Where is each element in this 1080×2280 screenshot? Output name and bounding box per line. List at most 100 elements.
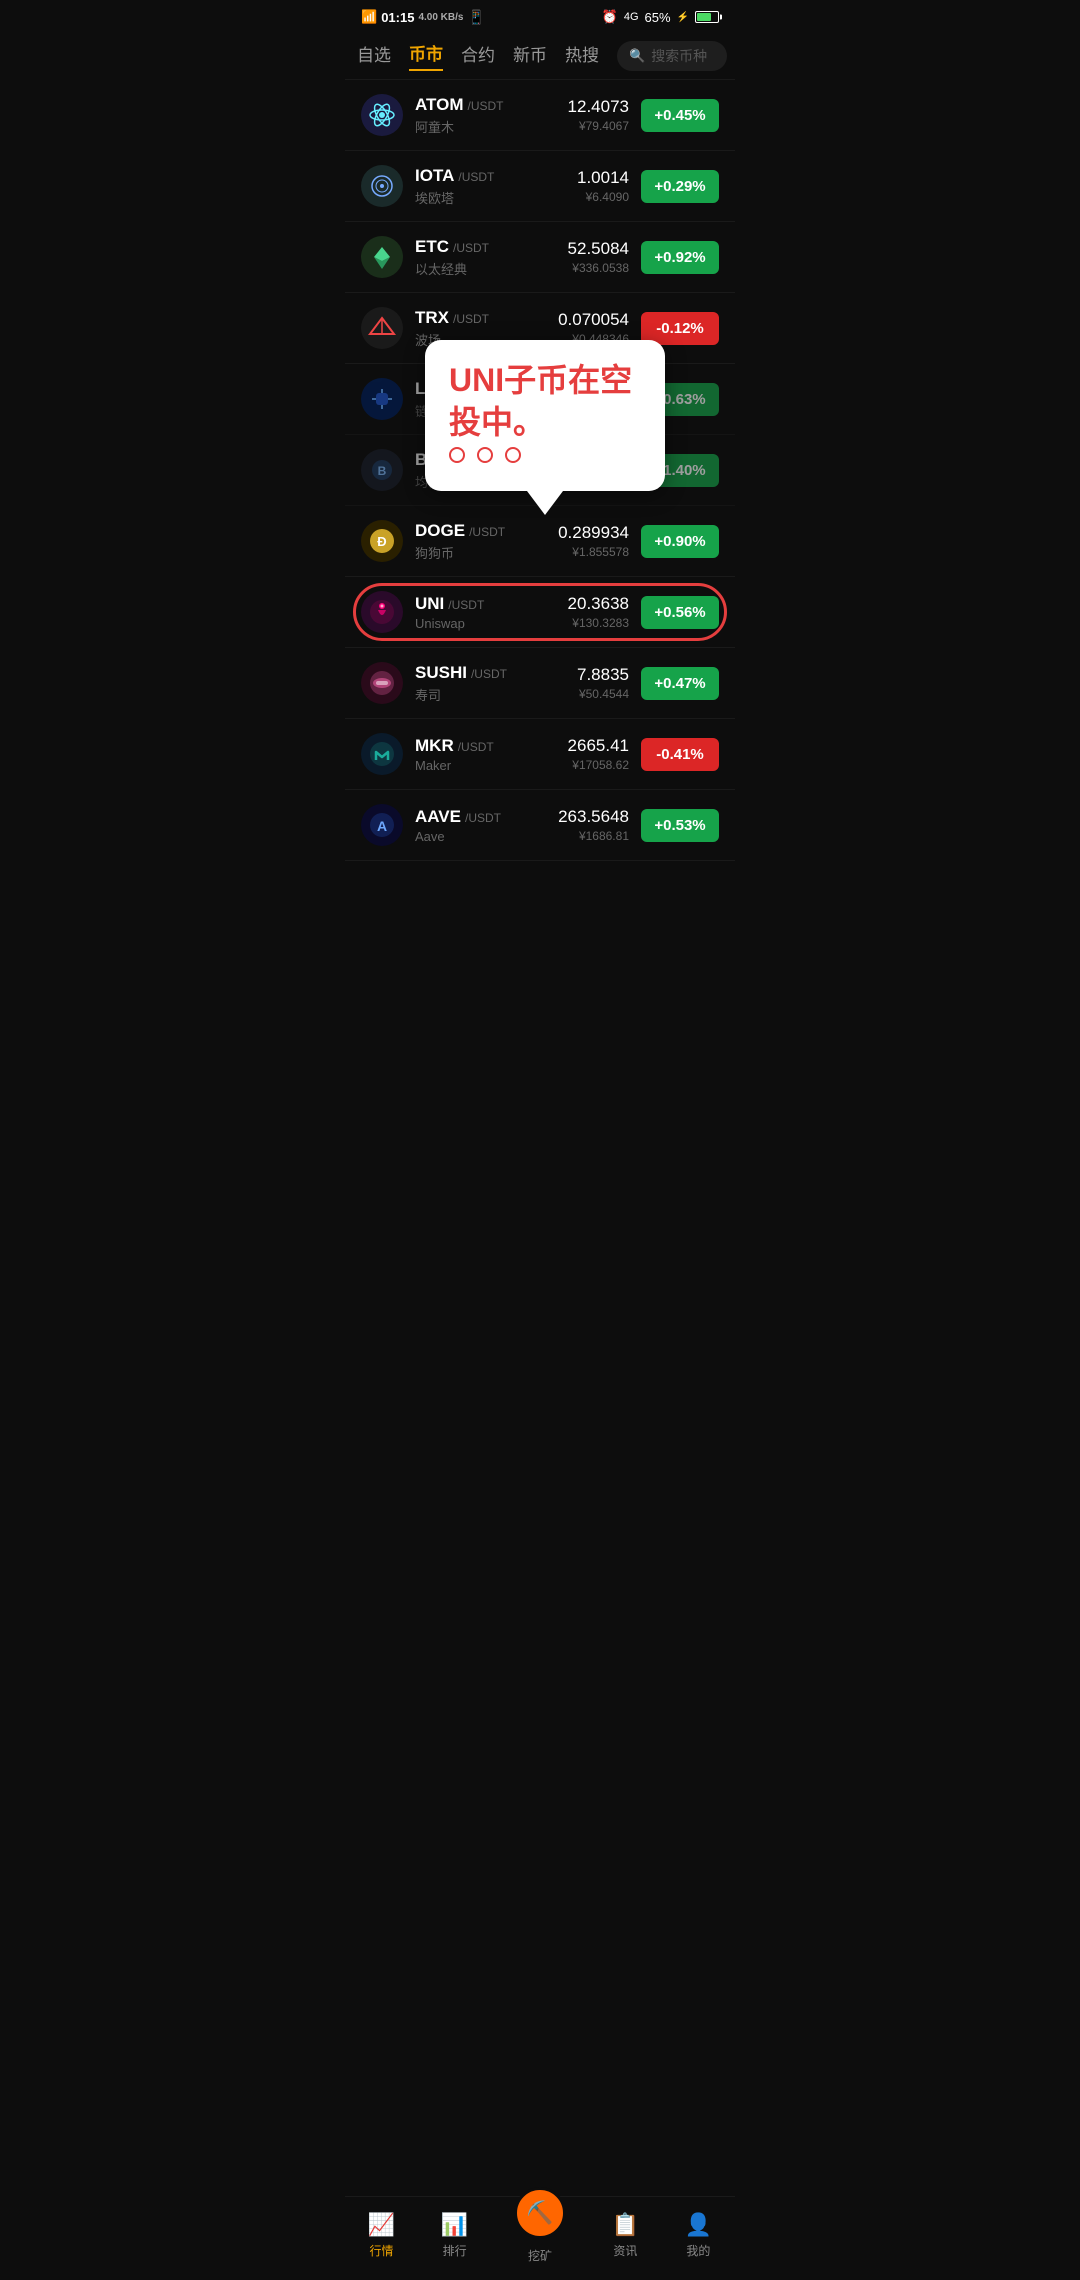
speed: 4.00 KB/s [418,12,463,23]
coin-info-sushi: SUSHI /USDT 寿司 [415,663,577,704]
mkr-change: -0.41% [641,738,719,771]
coin-row-aave[interactable]: A AAVE /USDT Aave 263.5648 ¥1686.81 +0.5… [345,790,735,861]
uni-price: 20.3638 ¥130.3283 [568,594,629,630]
atom-price: 12.4073 ¥79.4067 [568,97,629,133]
coin-row-sushi[interactable]: SUSHI /USDT 寿司 7.8835 ¥50.4544 +0.47% [345,648,735,719]
network-icon: 4G [624,11,639,23]
tab-zixuan[interactable]: 自选 [357,41,391,70]
tab-resou[interactable]: 热搜 [565,41,599,70]
atom-cname: 阿童木 [415,117,568,136]
bottom-news[interactable]: 📋 资讯 [612,2212,639,2259]
coin-icon-sushi [361,662,403,704]
status-left: 📶 01:15 4.00 KB/s 📱 [361,9,485,26]
coin-icon-doge: Ð [361,520,403,562]
coin-icon-iota [361,165,403,207]
bottom-mine[interactable]: ⛏️ 挖矿 [514,2187,566,2264]
trx-symbol: TRX [415,308,449,328]
sushi-price: 7.8835 ¥50.4544 [577,665,629,701]
uni-cname: Uniswap [415,616,568,631]
uni-change: +0.56% [641,596,719,629]
coin-info-mkr: MKR /USDT Maker [415,736,568,773]
etc-symbol: ETC [415,237,449,257]
aave-price: 263.5648 ¥1686.81 [558,807,629,843]
sushi-pair: /USDT [471,667,507,681]
battery-percent: 65% [645,10,671,25]
iota-price: 1.0014 ¥6.4090 [577,168,629,204]
mkr-cname: Maker [415,758,568,773]
status-right: ⏰ 4G 65% ⚡ [602,9,719,25]
trx-pair: /USDT [453,312,489,326]
atom-symbol: ATOM [415,95,463,115]
svg-text:B: B [378,464,387,478]
nav-tabs: 自选 币市 合约 新币 热搜 🔍 搜索币种 [345,32,735,80]
market-label: 行情 [370,2242,394,2259]
mine-icon: ⛏️ [514,2187,566,2239]
iota-cname: 埃欧塔 [415,188,577,207]
market-icon: 📈 [368,2212,395,2238]
uni-pair: /USDT [448,598,484,612]
coin-icon-atom [361,94,403,136]
sushi-cname: 寿司 [415,685,577,704]
dot-1 [449,447,465,463]
coin-icon-uni [361,591,403,633]
alarm-icon: ⏰ [602,9,618,25]
etc-pair: /USDT [453,241,489,255]
bottom-nav: 📈 行情 📊 排行 ⛏️ 挖矿 📋 资讯 👤 我的 [345,2196,735,2280]
search-icon: 🔍 [629,48,645,64]
doge-price: 0.289934 ¥1.855578 [558,523,629,559]
coin-info-iota: IOTA /USDT 埃欧塔 [415,166,577,207]
coin-row-atom[interactable]: ATOM /USDT 阿童木 12.4073 ¥79.4067 +0.45% [345,80,735,151]
bottom-market[interactable]: 📈 行情 [368,2212,395,2259]
atom-pair: /USDT [467,99,503,113]
bottom-me[interactable]: 👤 我的 [685,2212,712,2259]
me-label: 我的 [686,2242,710,2259]
coin-info-etc: ETC /USDT 以太经典 [415,237,568,278]
coin-icon-etc [361,236,403,278]
status-bar: 📶 01:15 4.00 KB/s 📱 ⏰ 4G 65% ⚡ [345,0,735,32]
mkr-symbol: MKR [415,736,454,756]
search-box[interactable]: 🔍 搜索币种 [617,41,727,71]
coin-row-iota[interactable]: IOTA /USDT 埃欧塔 1.0014 ¥6.4090 +0.29% [345,151,735,222]
search-placeholder: 搜索币种 [651,46,707,66]
coin-row-mkr[interactable]: MKR /USDT Maker 2665.41 ¥17058.62 -0.41% [345,719,735,790]
etc-change: +0.92% [641,241,719,274]
etc-price: 52.5084 ¥336.0538 [568,239,629,275]
coin-row-doge[interactable]: Ð DOGE /USDT 狗狗币 0.289934 ¥1.855578 +0.9… [345,506,735,577]
signal-icon: 📶 [361,9,377,25]
coin-row-etc[interactable]: ETC /USDT 以太经典 52.5084 ¥336.0538 +0.92% [345,222,735,293]
news-label: 资讯 [613,2242,637,2259]
tab-bibi[interactable]: 币市 [409,40,443,71]
mine-label: 挖矿 [528,2247,552,2264]
s-icon: 📱 [467,9,484,26]
aave-pair: /USDT [465,811,501,825]
mkr-price: 2665.41 ¥17058.62 [568,736,629,772]
doge-pair: /USDT [469,525,505,539]
time: 01:15 [381,10,414,25]
svg-text:A: A [377,818,387,834]
aave-change: +0.53% [641,809,719,842]
coin-info-aave: AAVE /USDT Aave [415,807,558,844]
coin-info-uni: UNI /USDT Uniswap [415,594,568,631]
mkr-pair: /USDT [458,740,494,754]
tooltip-text: UNI子币在空投中。 [449,360,641,443]
coin-icon-mkr [361,733,403,775]
bottom-rank[interactable]: 📊 排行 [441,2212,468,2259]
doge-symbol: DOGE [415,521,465,541]
tab-heyue[interactable]: 合约 [461,41,495,70]
doge-change: +0.90% [641,525,719,558]
dot-2 [477,447,493,463]
main-content: UNI子币在空投中。 ATOM /USDT 阿童木 12.4073 ¥79.40… [345,80,735,941]
rank-label: 排行 [443,2242,467,2259]
iota-symbol: IOTA [415,166,454,186]
bolt-icon: ⚡ [677,12,689,23]
aave-cname: Aave [415,829,558,844]
atom-change: +0.45% [641,99,719,132]
coin-info-atom: ATOM /USDT 阿童木 [415,95,568,136]
coin-row-uni[interactable]: UNI /USDT Uniswap 20.3638 ¥130.3283 +0.5… [345,577,735,648]
coin-icon-link [361,378,403,420]
coin-icon-trx [361,307,403,349]
etc-cname: 以太经典 [415,259,568,278]
coin-icon-bal: B [361,449,403,491]
rank-icon: 📊 [441,2212,468,2238]
tab-xinbi[interactable]: 新币 [513,41,547,70]
